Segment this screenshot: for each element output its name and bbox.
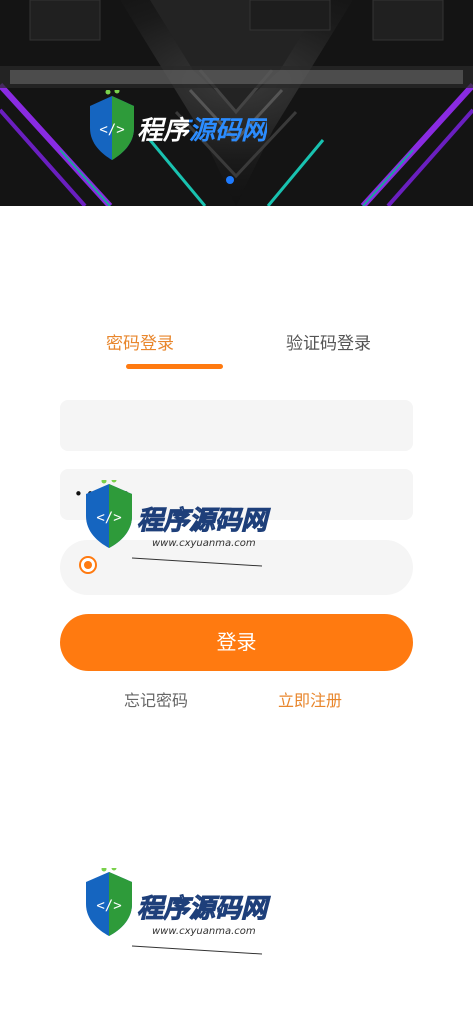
- banner-logo-text: 程序源码网: [137, 116, 268, 146]
- watermark-logo-bottom: </> 程序源码网 www.cxyuanma.com: [82, 865, 292, 962]
- watermark-url: www.cxyuanma.com: [152, 538, 256, 549]
- tab-code-login[interactable]: 验证码登录: [286, 332, 371, 356]
- account-input[interactable]: [60, 400, 413, 451]
- active-tab-underline: [126, 364, 223, 369]
- watermark-title: 程序源码网: [136, 894, 268, 925]
- register-link[interactable]: 立即注册: [278, 690, 342, 712]
- carousel-indicator[interactable]: [226, 176, 234, 184]
- svg-text:</>: </>: [96, 898, 121, 914]
- banner-carousel[interactable]: </> 程序源码网: [0, 0, 473, 206]
- svg-text:</>: </>: [96, 510, 121, 526]
- watermark-url: www.cxyuanma.com: [152, 926, 256, 937]
- watermark-logo: </> 程序源码网 www.cxyuanma.com: [82, 477, 292, 574]
- svg-text:</>: </>: [99, 122, 124, 138]
- tab-password-login[interactable]: 密码登录: [106, 332, 174, 356]
- forgot-password-link[interactable]: 忘记密码: [124, 690, 188, 712]
- watermark-title: 程序源码网: [136, 506, 268, 537]
- login-button[interactable]: 登录: [60, 614, 413, 671]
